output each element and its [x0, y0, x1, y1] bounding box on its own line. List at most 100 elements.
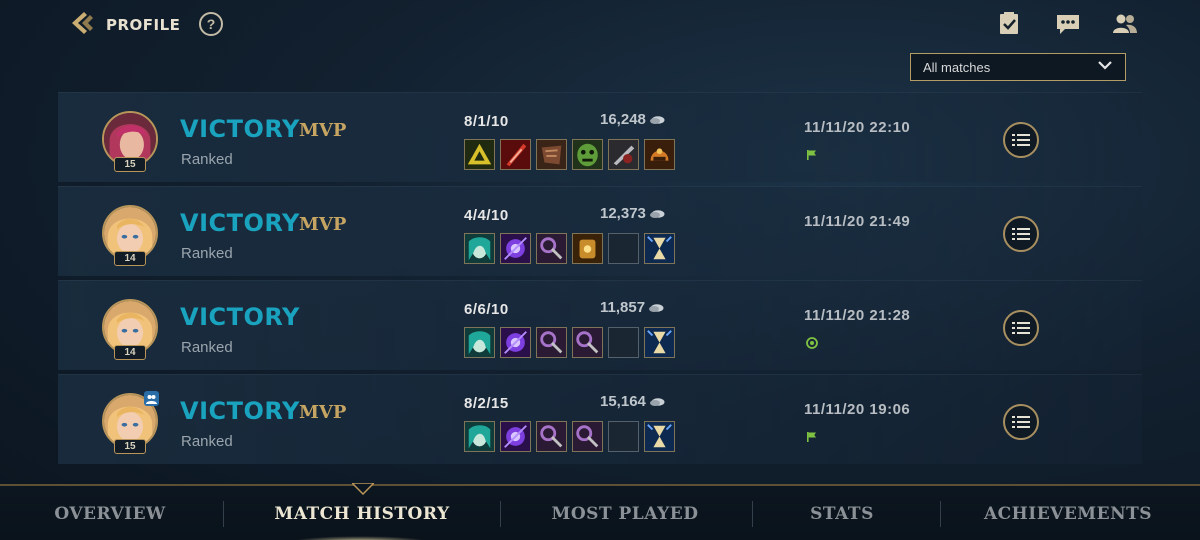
match-result: VICTORY — [180, 397, 300, 425]
item-purple-orb-icon[interactable] — [500, 421, 531, 452]
match-row[interactable]: 14 VICTORY MVP Ranked 4/4/10 12,373 11/1… — [58, 186, 1142, 276]
queue-type: Ranked — [181, 433, 233, 450]
item-build — [464, 139, 680, 171]
champion-level-badge: 14 — [114, 251, 146, 266]
item-hourglass-icon[interactable] — [644, 327, 675, 358]
empty-item-slot — [608, 421, 639, 452]
gold-value: 12,373 — [600, 205, 646, 222]
tab-overview[interactable]: OVERVIEW — [30, 486, 190, 540]
match-datetime: 11/11/20 21:28 — [804, 307, 911, 324]
queue-type: Ranked — [181, 245, 233, 262]
gold-earned: 12,373 — [600, 205, 665, 222]
tab-divider — [500, 501, 501, 527]
item-teal-face-icon[interactable] — [464, 327, 495, 358]
target-icon — [806, 336, 818, 349]
match-filter-dropdown[interactable]: All matches — [910, 53, 1126, 81]
match-details-button[interactable] — [1003, 310, 1039, 346]
empty-item-slot — [608, 233, 639, 264]
item-dark-blade-icon[interactable] — [608, 139, 639, 170]
item-green-mask-icon[interactable] — [572, 139, 603, 170]
champion-avatar: 15 — [100, 391, 162, 457]
tab-divider — [940, 501, 941, 527]
flag-icon — [806, 148, 818, 160]
gold-earned: 11,857 — [600, 299, 664, 316]
back-button[interactable]: PROFILE — [68, 11, 180, 39]
party-icon — [144, 391, 159, 406]
item-purple-orb-icon[interactable] — [500, 327, 531, 358]
item-purple-chain-icon[interactable] — [572, 327, 603, 358]
match-result: VICTORY — [180, 303, 300, 331]
champion-avatar: 14 — [100, 297, 162, 363]
mvp-badge: MVP — [299, 402, 347, 423]
item-armor-plate-icon[interactable] — [536, 139, 567, 170]
match-details-button[interactable] — [1003, 122, 1039, 158]
kda-score: 4/4/10 — [464, 207, 509, 224]
list-icon — [1012, 416, 1030, 428]
flag-icon — [806, 430, 818, 442]
item-hourglass-icon[interactable] — [644, 233, 675, 264]
item-build — [464, 233, 680, 265]
list-icon — [1012, 228, 1030, 240]
list-icon — [1012, 322, 1030, 334]
back-arrow-icon — [68, 9, 96, 42]
item-gold-relic-icon[interactable] — [572, 233, 603, 264]
item-teal-face-icon[interactable] — [464, 421, 495, 452]
help-icon: ? — [206, 16, 216, 32]
tab-stats[interactable]: STATS — [772, 486, 912, 540]
chat-icon[interactable] — [1055, 11, 1081, 37]
gold-coins-icon — [649, 115, 665, 124]
item-purple-chain-icon[interactable] — [572, 421, 603, 452]
champion-level-badge: 15 — [114, 157, 146, 172]
item-build — [464, 421, 680, 453]
item-teal-face-icon[interactable] — [464, 233, 495, 264]
item-build — [464, 327, 680, 359]
gold-coins-icon — [649, 303, 664, 312]
top-bar: PROFILE ? — [0, 0, 1200, 50]
kda-score: 8/1/10 — [464, 113, 509, 130]
match-filter-value: All matches — [923, 59, 991, 75]
tab-achievements[interactable]: ACHIEVEMENTS — [970, 486, 1166, 540]
item-hourglass-icon[interactable] — [644, 421, 675, 452]
match-row[interactable]: 14 VICTORY Ranked 6/6/10 11,857 11/11/20… — [58, 280, 1142, 370]
item-triforce-icon[interactable] — [464, 139, 495, 170]
help-button[interactable]: ? — [199, 12, 223, 36]
item-orange-helm-icon[interactable] — [644, 139, 675, 170]
tab-divider — [223, 501, 224, 527]
item-purple-chain-icon[interactable] — [536, 233, 567, 264]
match-row[interactable]: 15 VICTORY MVP Ranked 8/2/15 15,164 11/1… — [58, 374, 1142, 464]
champion-avatar: 14 — [100, 203, 162, 269]
gold-earned: 15,164 — [600, 393, 665, 410]
item-red-blade-icon[interactable] — [500, 139, 531, 170]
item-purple-orb-icon[interactable] — [500, 233, 531, 264]
match-datetime: 11/11/20 19:06 — [804, 401, 911, 418]
match-row[interactable]: 15 VICTORY MVP Ranked 8/1/10 16,248 11/1… — [58, 92, 1142, 182]
match-datetime: 11/11/20 22:10 — [804, 119, 911, 136]
tab-most-played[interactable]: MOST PLAYED — [525, 486, 725, 540]
tab-match-history[interactable]: MATCH HISTORY — [250, 486, 474, 540]
gold-value: 11,857 — [600, 299, 646, 316]
tab-divider — [752, 501, 753, 527]
page-title: PROFILE — [106, 16, 181, 34]
match-details-button[interactable] — [1003, 216, 1039, 252]
mvp-badge: MVP — [299, 214, 347, 235]
kda-score: 6/6/10 — [464, 301, 509, 318]
match-datetime: 11/11/20 21:49 — [804, 213, 911, 230]
item-purple-chain-icon[interactable] — [536, 421, 567, 452]
gold-coins-icon — [649, 397, 665, 406]
match-details-button[interactable] — [1003, 404, 1039, 440]
active-tab-glow — [290, 536, 430, 540]
kda-score: 8/2/15 — [464, 395, 509, 412]
item-purple-chain-icon[interactable] — [536, 327, 567, 358]
missions-icon[interactable] — [996, 11, 1022, 37]
empty-item-slot — [608, 327, 639, 358]
chevron-down-icon — [1097, 58, 1113, 76]
queue-type: Ranked — [181, 339, 233, 356]
gold-value: 15,164 — [600, 393, 646, 410]
match-result: VICTORY — [180, 209, 300, 237]
friends-icon[interactable] — [1112, 11, 1138, 37]
gold-coins-icon — [649, 209, 665, 218]
champion-level-badge: 14 — [114, 345, 146, 360]
gold-value: 16,248 — [600, 111, 646, 128]
champion-level-badge: 15 — [114, 439, 146, 454]
champion-avatar: 15 — [100, 109, 162, 175]
